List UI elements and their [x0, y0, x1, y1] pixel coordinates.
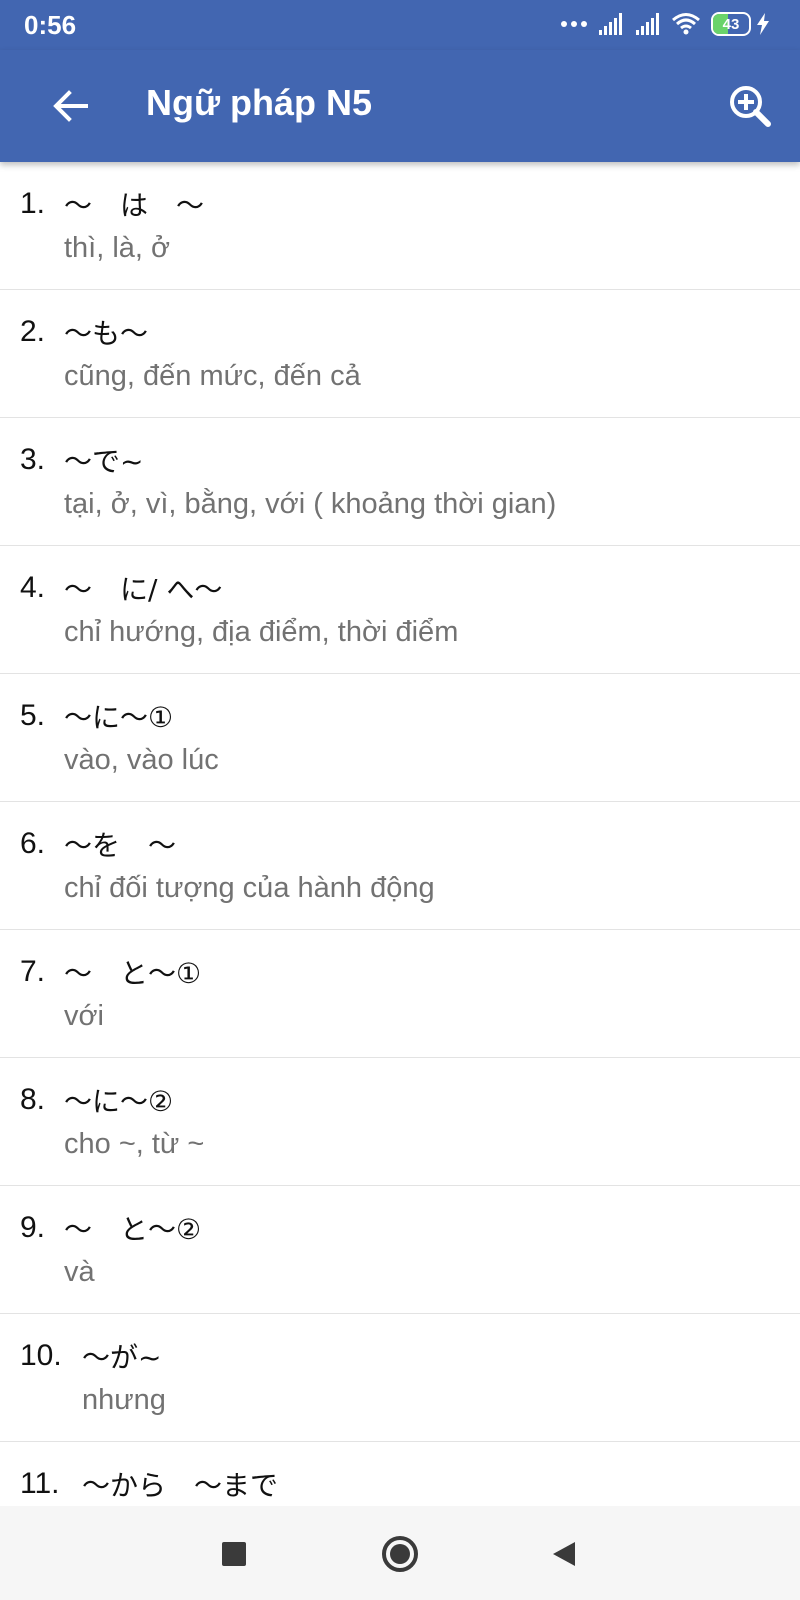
grammar-item-5[interactable]: 5. ～に～① vào, vào lúc [0, 674, 800, 802]
grammar-item-9[interactable]: 9. ～ と～② và [0, 1186, 800, 1314]
item-number: 11. [20, 1467, 60, 1500]
wifi-icon [672, 13, 700, 35]
item-pattern: ～から ～まで [82, 1469, 279, 1502]
status-time: 0:56 [24, 10, 77, 40]
item-meaning: với [64, 1000, 104, 1032]
item-number: 2. [20, 315, 46, 348]
item-number: 7. [20, 955, 46, 988]
zoom-in-icon [730, 86, 771, 127]
item-meaning: thì, là, ở [64, 232, 171, 264]
item-meaning: chỉ hướng, địa điểm, thời điểm [64, 616, 459, 648]
charging-icon [757, 13, 769, 35]
item-pattern: ～に～② [64, 1085, 174, 1118]
item-meaning: cho ~, từ ~ [64, 1128, 205, 1160]
item-number: 8. [20, 1083, 46, 1116]
grammar-item-3[interactable]: 3. ～で~ tại, ở, vì, bằng, với ( khoảng th… [0, 418, 800, 546]
home-button[interactable] [370, 1524, 430, 1584]
grammar-item-11[interactable]: 11. ～から ～まで [0, 1442, 800, 1506]
item-pattern: ～ に/ へ～ [64, 573, 223, 606]
grammar-list[interactable]: 1. ～ は ～ thì, là, ở 2. 〜も〜 cũng, đến mức… [0, 162, 800, 1506]
item-meaning: tại, ở, vì, bằng, với ( khoảng thời gian… [64, 488, 557, 520]
nav-back-button[interactable] [534, 1524, 594, 1584]
recents-button[interactable] [204, 1524, 264, 1584]
battery-icon: 43 [711, 12, 751, 36]
item-meaning: chỉ đối tượng của hành động [64, 872, 435, 904]
item-pattern: ～に～① [64, 701, 174, 734]
more-notifications-icon [561, 21, 587, 27]
status-bar: 0:56 43 [0, 0, 800, 50]
back-button[interactable] [42, 78, 98, 134]
square-icon [222, 1542, 246, 1566]
item-number: 9. [20, 1211, 46, 1244]
item-number: 1. [20, 187, 46, 220]
item-meaning: cũng, đến mức, đến cả [64, 360, 361, 392]
item-pattern: ～で~ [64, 445, 144, 478]
item-pattern: 〜も〜 [64, 317, 149, 350]
item-number: 10. [20, 1339, 62, 1372]
arrow-left-icon [53, 90, 88, 122]
item-meaning: nhưng [82, 1384, 166, 1416]
system-nav-bar [0, 1506, 800, 1600]
item-number: 6. [20, 827, 46, 860]
grammar-item-10[interactable]: 10. ～が~ nhưng [0, 1314, 800, 1442]
item-pattern: ～ は ～ [64, 189, 205, 222]
triangle-back-icon [553, 1542, 575, 1566]
item-meaning: vào, vào lúc [64, 744, 219, 776]
app-bar: Ngữ pháp N5 [0, 50, 800, 162]
item-pattern: ～ と～② [64, 1213, 202, 1246]
item-pattern: ～を ～ [64, 829, 177, 862]
item-number: 5. [20, 699, 46, 732]
grammar-item-1[interactable]: 1. ～ は ～ thì, là, ở [0, 162, 800, 290]
grammar-item-6[interactable]: 6. ～を ～ chỉ đối tượng của hành động [0, 802, 800, 930]
grammar-item-8[interactable]: 8. ～に～② cho ~, từ ~ [0, 1058, 800, 1186]
circle-icon [382, 1536, 418, 1572]
item-pattern: ～ と～① [64, 957, 202, 990]
page-title: Ngữ pháp N5 [146, 82, 373, 123]
item-number: 3. [20, 443, 46, 476]
signal-icon [597, 13, 622, 35]
zoom-button[interactable] [722, 78, 778, 134]
item-meaning: và [64, 1256, 95, 1288]
grammar-item-7[interactable]: 7. ～ と～① với [0, 930, 800, 1058]
grammar-item-2[interactable]: 2. 〜も〜 cũng, đến mức, đến cả [0, 290, 800, 418]
signal-icon-2 [634, 13, 659, 35]
status-icons: 43 [561, 10, 770, 38]
item-number: 4. [20, 571, 46, 604]
grammar-item-4[interactable]: 4. ～ に/ へ～ chỉ hướng, địa điểm, thời điể… [0, 546, 800, 674]
item-pattern: ～が~ [82, 1341, 162, 1374]
